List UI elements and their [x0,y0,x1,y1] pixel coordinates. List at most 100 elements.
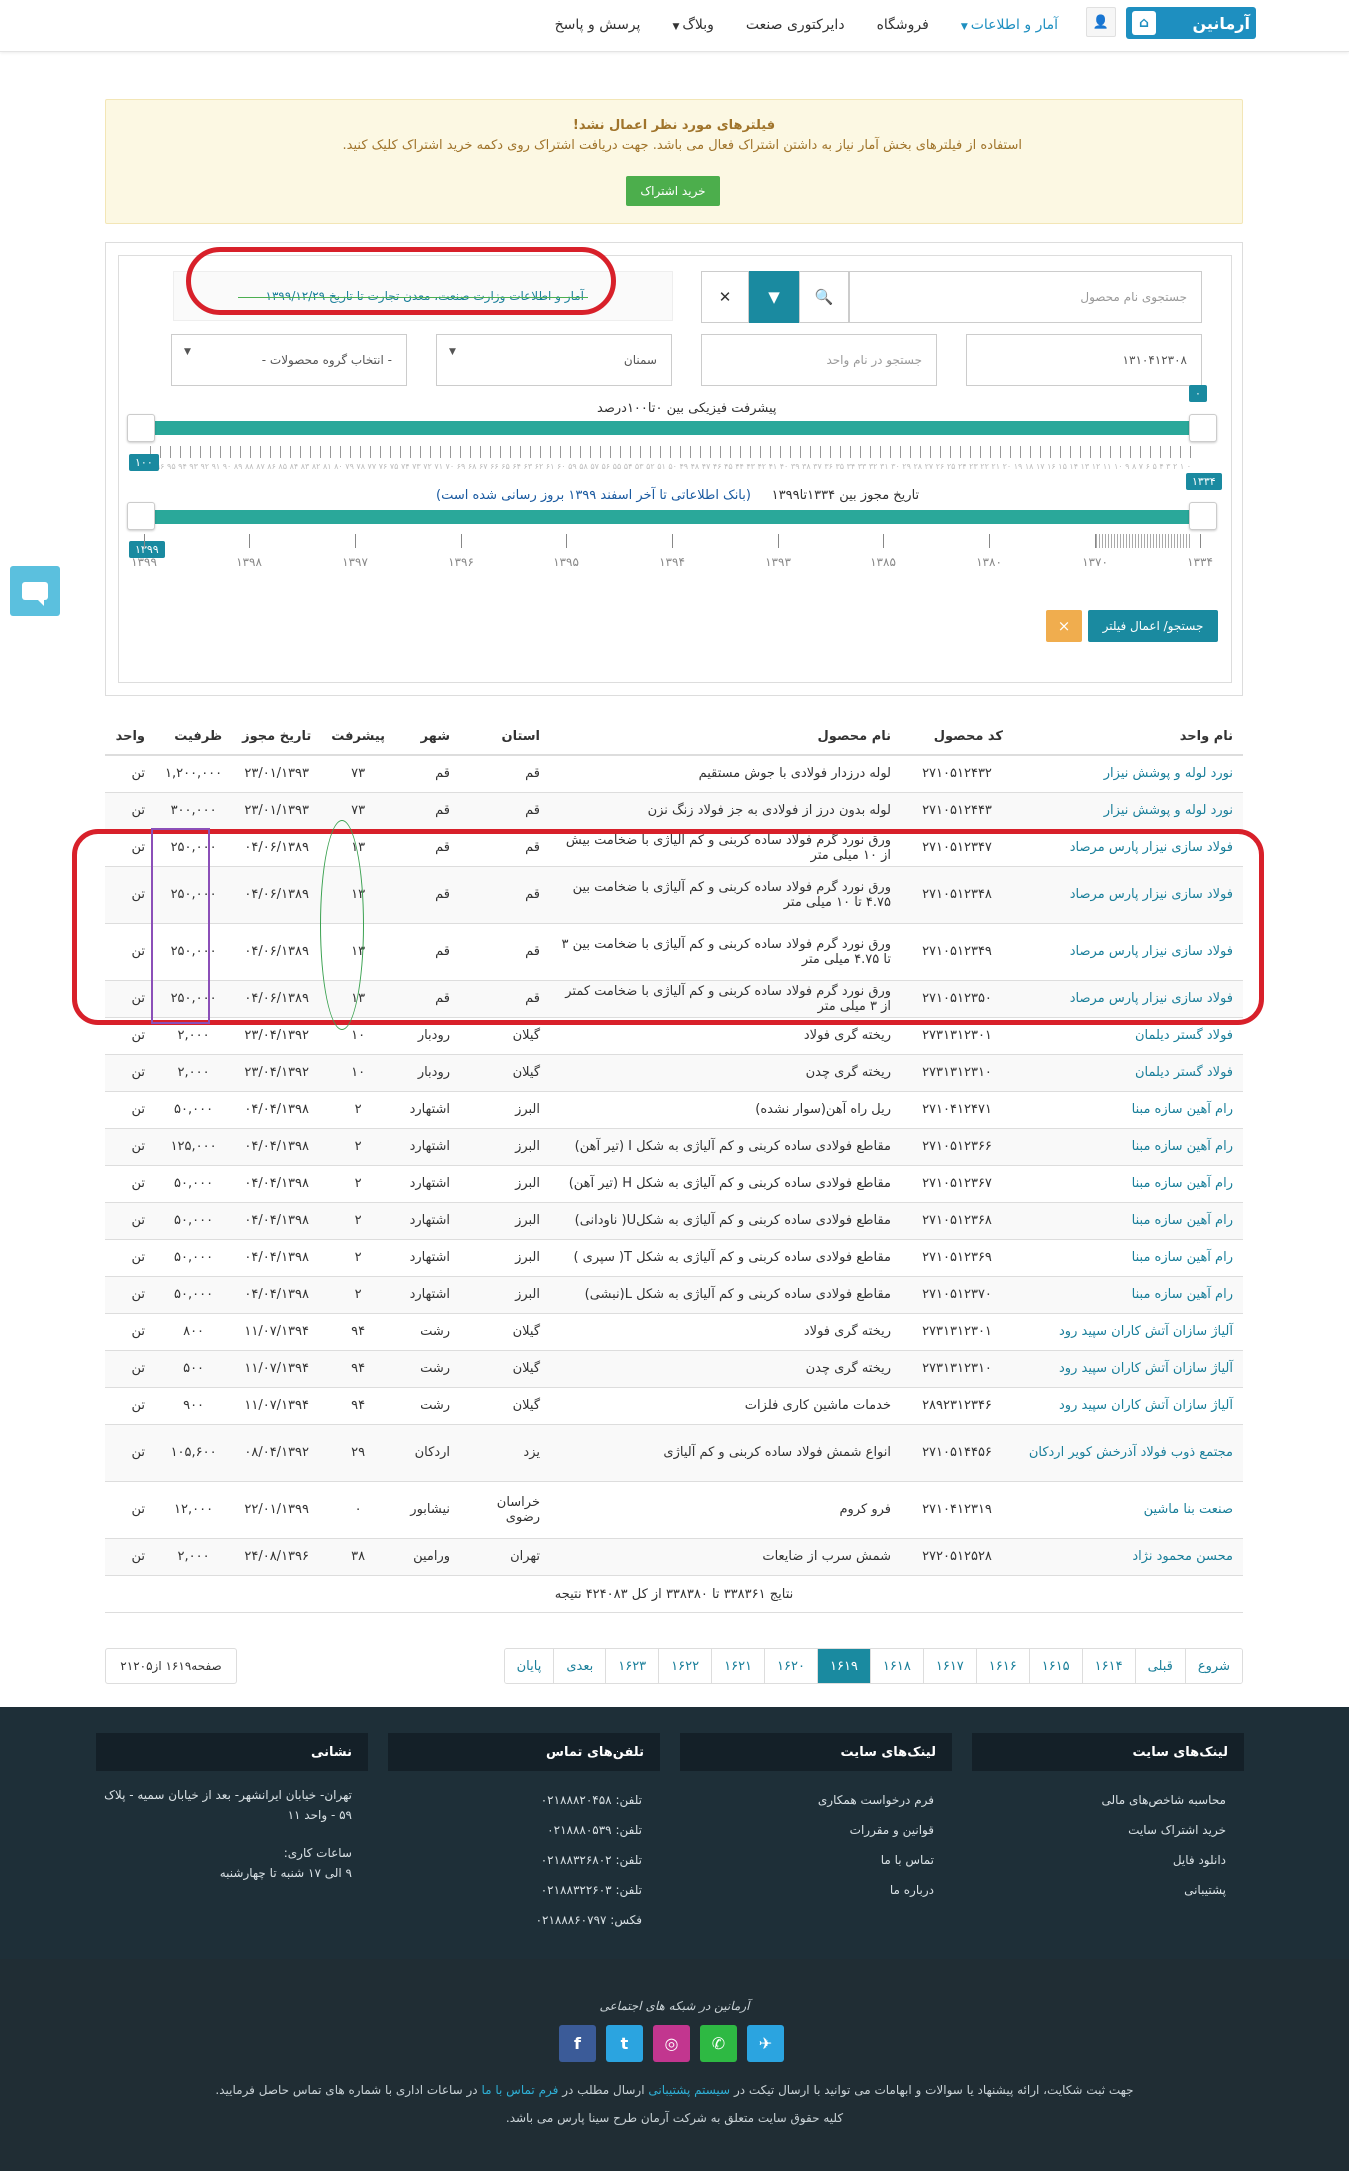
cell-unit[interactable]: آلیاژ سازان آتش کاران سپید رود [1013,1386,1243,1424]
clear-search-button[interactable]: ✕ [701,271,749,323]
product-code-input[interactable]: ۱۳۱۰۴۱۲۳۰۸ [966,334,1202,386]
cell-code: ۲۷۱۰۵۱۲۳۶۸ [901,1201,1013,1239]
table-row[interactable]: رام آهین سازه مبنا ۲۷۱۰۵۱۲۳۶۷ مقاطع فولادی… [105,1164,1243,1202]
column-header-date[interactable]: تاریخ مجوز [232,718,322,756]
cell-unit[interactable]: فولاد گستر دیلمان [1013,1053,1243,1091]
column-header-province[interactable]: استان [460,718,551,756]
table-row[interactable]: آلیاژ سازان آتش کاران سپید رود ۲۷۳۱۳۱۲۳۰۱… [105,1312,1243,1350]
date-slider-handle-right[interactable] [1189,502,1217,530]
site-logo[interactable]: آرمانین ⌂ [1126,7,1256,39]
apply-filter-button[interactable]: جستجو/ اعمال فیلتر [1088,610,1218,642]
facebook-icon[interactable]: f [559,2025,596,2062]
page-link[interactable]: ۱۶۱۸ [869,1649,923,1683]
cell-unit[interactable]: رام آهین سازه مبنا [1013,1201,1243,1239]
cell-unit[interactable]: محسن محمود نژاد [1013,1537,1243,1575]
table-row[interactable]: آلیاژ سازان آتش کاران سپید رود ۲۷۳۱۳۱۲۳۱۰… [105,1349,1243,1387]
footer-link[interactable]: تماس با ما [680,1845,934,1875]
date-slider-handle-left[interactable] [127,502,155,530]
table-row[interactable]: رام آهین سازه مبنا ۲۷۱۰۵۱۲۳۶۸ مقاطع فولادی… [105,1201,1243,1239]
table-row[interactable]: رام آهین سازه مبنا ۲۷۱۰۵۱۲۳۶۹ مقاطع فولادی… [105,1238,1243,1276]
progress-slider-track[interactable] [146,421,1191,435]
working-hours-title: ساعات کاری: [283,1846,352,1860]
nav-item-4[interactable]: پرسش و پاسخ [539,17,657,33]
column-header-code[interactable]: کد محصول [901,718,1013,756]
telegram-icon[interactable]: ✈ [747,2025,784,2062]
cell-date: ۱۱/۰۷/۱۳۹۴ [232,1312,322,1350]
chat-button[interactable] [10,566,60,616]
product-group-select[interactable]: - انتخاب گروه محصولات - ▼ [171,334,407,386]
twitter-icon[interactable]: t [606,2025,643,2062]
table-row[interactable]: رام آهین سازه مبنا ۲۷۱۰۵۱۲۳۶۶ مقاطع فولادی… [105,1127,1243,1165]
contact-form-link[interactable]: فرم تماس با ما [481,2083,558,2097]
page-link[interactable]: ۱۶۲۱ [711,1649,765,1683]
table-row[interactable]: نورد لوله و پوشش نیزار ۲۷۱۰۵۱۲۴۴۳ لوله بدو… [105,791,1243,829]
page-link[interactable]: ۱۶۲۰ [764,1649,817,1683]
table-row[interactable]: نورد لوله و پوشش نیزار ۲۷۱۰۵۱۲۴۳۲ لوله درز… [105,754,1243,792]
nav-item-3[interactable]: وبلاگ▼ [656,17,729,33]
page-link[interactable]: ۱۶۱۷ [922,1649,976,1683]
footer-link[interactable]: خرید اشتراک سایت [972,1815,1226,1845]
page-link[interactable]: ۱۶۱۶ [975,1649,1029,1683]
footer-link[interactable]: دانلود فایل [972,1845,1226,1875]
buy-subscription-button[interactable]: خرید اشتراک [626,176,720,206]
cell-unit[interactable]: آلیاژ سازان آتش کاران سپید رود [1013,1349,1243,1387]
page-link[interactable]: ۱۶۲۲ [658,1649,712,1683]
page-link[interactable]: ۱۶۱۵ [1028,1649,1082,1683]
column-header-unit[interactable]: نام واحد [1013,718,1243,756]
cell-unit[interactable]: آلیاژ سازان آتش کاران سپید رود [1013,1312,1243,1350]
cell-unit[interactable]: رام آهین سازه مبنا [1013,1238,1243,1276]
unit-search-input[interactable]: جستجو در نام واحد [701,334,937,386]
column-header-progress[interactable]: پیشرفت [321,718,396,756]
footer-link[interactable]: قوانین و مقررات [680,1815,934,1845]
cell-unit[interactable]: رام آهین سازه مبنا [1013,1164,1243,1202]
column-header-product[interactable]: نام محصول [550,718,901,756]
table-row[interactable]: صنعت بنا ماشین ۲۷۱۰۴۱۲۳۱۹ فرو کروم خراسان ر… [105,1480,1243,1538]
instagram-icon[interactable]: ◎ [653,2025,690,2062]
cell-unit[interactable]: صنعت بنا ماشین [1013,1480,1243,1538]
page-link[interactable]: پایان [504,1649,554,1683]
filter-button[interactable]: ▼ [749,271,799,323]
page-link[interactable]: ۱۶۱۴ [1081,1649,1135,1683]
support-system-link[interactable]: سیستم پشتیبانی [648,2083,730,2097]
cell-unit[interactable]: رام آهین سازه مبنا [1013,1127,1243,1165]
page-link[interactable]: ۱۶۱۹ [816,1649,870,1683]
search-button[interactable]: 🔍 [799,271,849,323]
table-row[interactable]: رام آهین سازه مبنا ۲۷۱۰۵۱۲۳۷۰ مقاطع فولادی… [105,1275,1243,1313]
page-link[interactable]: ۱۶۲۳ [605,1649,659,1683]
cell-province: البرز [460,1275,551,1313]
user-account-button[interactable]: 👤 [1086,7,1116,37]
cell-unit[interactable]: رام آهین سازه مبنا [1013,1275,1243,1313]
table-row[interactable]: مجتمع ذوب فولاد آذرخش کویر اردکان ۲۷۱۰۵۱۴… [105,1423,1243,1481]
footer-link[interactable]: محاسبه شاخص‌های مالی [972,1785,1226,1815]
column-header-city[interactable]: شهر [395,718,461,756]
cell-measure: تن [105,1053,155,1091]
cell-product: انواع شمش فولاد ساده کربنی و کم آلیاژی [550,1423,901,1481]
cell-city: اردکان [395,1423,461,1481]
cell-unit[interactable]: مجتمع ذوب فولاد آذرخش کویر اردکان [1013,1423,1243,1481]
product-search-input[interactable]: جستجوی نام محصول [849,271,1202,323]
page-link[interactable]: شروع [1184,1649,1242,1683]
nav-item-0[interactable]: آمار و اطلاعات▼ [945,17,1074,33]
whatsapp-icon[interactable]: ✆ [700,2025,737,2062]
cell-unit[interactable]: رام آهین سازه مبنا [1013,1090,1243,1128]
page-link[interactable]: بعدی [553,1649,606,1683]
progress-slider-handle-left[interactable] [127,414,155,442]
table-row[interactable]: رام آهین سازه مبنا ۲۷۱۰۴۱۲۴۷۱ ریل راه آهن(… [105,1090,1243,1128]
table-row[interactable]: فولاد گستر دیلمان ۲۷۳۱۳۱۲۳۱۰ ریخته گری چدن… [105,1053,1243,1091]
page-link[interactable]: قبلی [1134,1649,1185,1683]
column-header-capacity[interactable]: ظرفیت [155,718,233,756]
footer-link[interactable]: فرم درخواست همکاری [680,1785,934,1815]
cell-unit[interactable]: نورد لوله و پوشش نیزار [1013,754,1243,792]
column-header-measure[interactable]: واحد [105,718,155,756]
clear-filter-button[interactable]: × [1046,610,1082,642]
nav-item-1[interactable]: فروشگاه [861,17,945,33]
progress-slider-handle-right[interactable] [1189,414,1217,442]
cell-unit[interactable]: نورد لوله و پوشش نیزار [1013,791,1243,829]
footer-link[interactable]: درباره ما [680,1875,934,1905]
table-row[interactable]: محسن محمود نژاد ۲۷۲۰۵۱۲۵۲۸ شمش سرب از ضایع… [105,1537,1243,1575]
footer-link[interactable]: پشتیبانی [972,1875,1226,1905]
date-slider-track[interactable] [146,510,1191,524]
province-select[interactable]: سمنان ▼ [436,334,672,386]
table-row[interactable]: آلیاژ سازان آتش کاران سپید رود ۲۸۹۲۳۱۲۳۴۶… [105,1386,1243,1424]
nav-item-2[interactable]: دایرکتوری صنعت [730,17,861,33]
